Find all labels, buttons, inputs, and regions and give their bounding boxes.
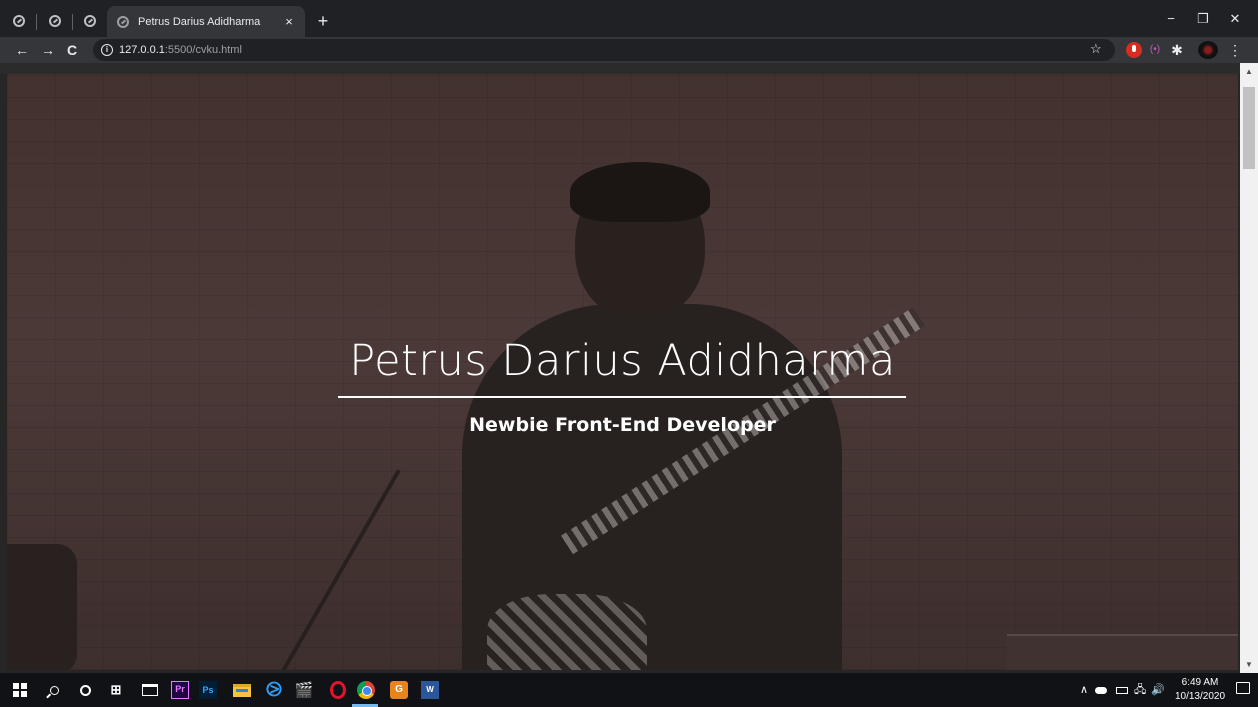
info-icon[interactable]: i <box>101 44 113 56</box>
word-icon[interactable]: W <box>418 678 442 702</box>
pinned-tab-2[interactable] <box>42 8 68 34</box>
terminal-window-icon[interactable] <box>138 678 162 702</box>
scroll-down-arrow-icon[interactable]: ▼ <box>1240 656 1258 673</box>
globe-icon <box>13 15 25 27</box>
hero-divider <box>338 396 906 398</box>
active-tab[interactable]: Petrus Darius Adidharma × <box>107 6 305 37</box>
photoshop-icon[interactable]: Ps <box>196 678 220 702</box>
new-tab-button[interactable]: + <box>312 11 334 33</box>
globe-icon <box>49 15 61 27</box>
taskbar-clock[interactable]: 6:49 AM 10/13/2020 <box>1170 676 1230 704</box>
windows-taskbar: ⊞ Pr Ps ⧁ 🎬 G W ∧ 🖧 🔊 6:49 AM 10/13/2020 <box>0 673 1258 707</box>
network-icon[interactable]: 🖧 <box>1134 673 1146 707</box>
browser-menu-icon[interactable]: ⋮ <box>1228 40 1242 60</box>
start-button[interactable] <box>8 678 32 702</box>
movie-maker-icon[interactable]: 🎬 <box>292 678 316 702</box>
profile-avatar[interactable] <box>1198 41 1218 59</box>
scroll-up-arrow-icon[interactable]: ▲ <box>1240 63 1258 80</box>
hero-name: Petrus Darius Adidharma <box>349 336 896 386</box>
tab-title: Petrus Darius Adidharma <box>138 15 261 28</box>
word-label: W <box>421 681 439 699</box>
minimize-button[interactable]: − <box>1156 8 1186 30</box>
task-view-icon[interactable]: ⊞ <box>104 678 128 702</box>
globe-icon <box>84 15 96 27</box>
extension-red-icon[interactable] <box>1126 42 1142 58</box>
bookmark-star-icon[interactable]: ☆ <box>1090 40 1102 58</box>
tab-separator <box>72 14 73 30</box>
tray-chevron-icon[interactable]: ∧ <box>1080 673 1088 707</box>
close-window-button[interactable]: ✕ <box>1220 8 1250 30</box>
url-host: 127.0.0.1 <box>119 44 165 56</box>
browser-tab-strip: Petrus Darius Adidharma × + − ❐ ✕ <box>0 0 1258 37</box>
photoshop-label: Ps <box>199 681 217 699</box>
tab-separator <box>36 14 37 30</box>
clock-time: 6:49 AM <box>1181 677 1219 688</box>
back-button[interactable]: ← <box>12 40 32 60</box>
scrollbar-thumb[interactable] <box>1243 87 1255 169</box>
cloud-sync-icon[interactable] <box>1095 673 1111 707</box>
cortana-icon[interactable] <box>73 678 97 702</box>
hero-section: Petrus Darius Adidharma Newbie Front-End… <box>7 74 1238 670</box>
extension-radio-icon[interactable]: (•) <box>1147 42 1163 58</box>
battery-icon[interactable] <box>1116 673 1128 707</box>
extensions-puzzle-icon[interactable]: ✱ <box>1169 42 1185 58</box>
premiere-pro-label: Pr <box>171 681 189 699</box>
search-icon[interactable] <box>42 678 66 702</box>
forward-button[interactable]: → <box>38 40 58 60</box>
page-scrollbar[interactable]: ▲ ▼ <box>1240 63 1258 673</box>
page-viewport: Petrus Darius Adidharma Newbie Front-End… <box>0 63 1258 673</box>
clock-date: 10/13/2020 <box>1174 691 1226 702</box>
pinned-tab-3[interactable] <box>77 8 103 34</box>
url-path: :5500/cvku.html <box>164 44 242 56</box>
globe-icon <box>117 15 129 28</box>
chrome-icon[interactable] <box>354 678 378 702</box>
reload-button[interactable]: C <box>62 40 82 60</box>
notifications-icon[interactable] <box>1236 682 1250 694</box>
tab-close-icon[interactable]: × <box>281 14 297 29</box>
orange-app-label: G <box>390 681 408 699</box>
address-bar[interactable]: i 127.0.0.1:5500/cvku.html <box>93 39 1115 61</box>
opera-icon[interactable] <box>326 678 350 702</box>
orange-app-icon[interactable]: G <box>387 678 411 702</box>
file-explorer-icon[interactable] <box>230 678 254 702</box>
premiere-pro-icon[interactable]: Pr <box>168 678 192 702</box>
vscode-icon[interactable]: ⧁ <box>262 678 286 702</box>
maximize-button[interactable]: ❐ <box>1188 8 1218 30</box>
hero-role: Newbie Front-End Developer <box>469 414 776 436</box>
browser-toolbar: ← → C i 127.0.0.1:5500/cvku.html ☆ (•) ✱… <box>0 37 1258 63</box>
volume-icon[interactable]: 🔊 <box>1151 673 1165 707</box>
pinned-tab-1[interactable] <box>6 8 32 34</box>
page-top-strip <box>0 63 1240 74</box>
